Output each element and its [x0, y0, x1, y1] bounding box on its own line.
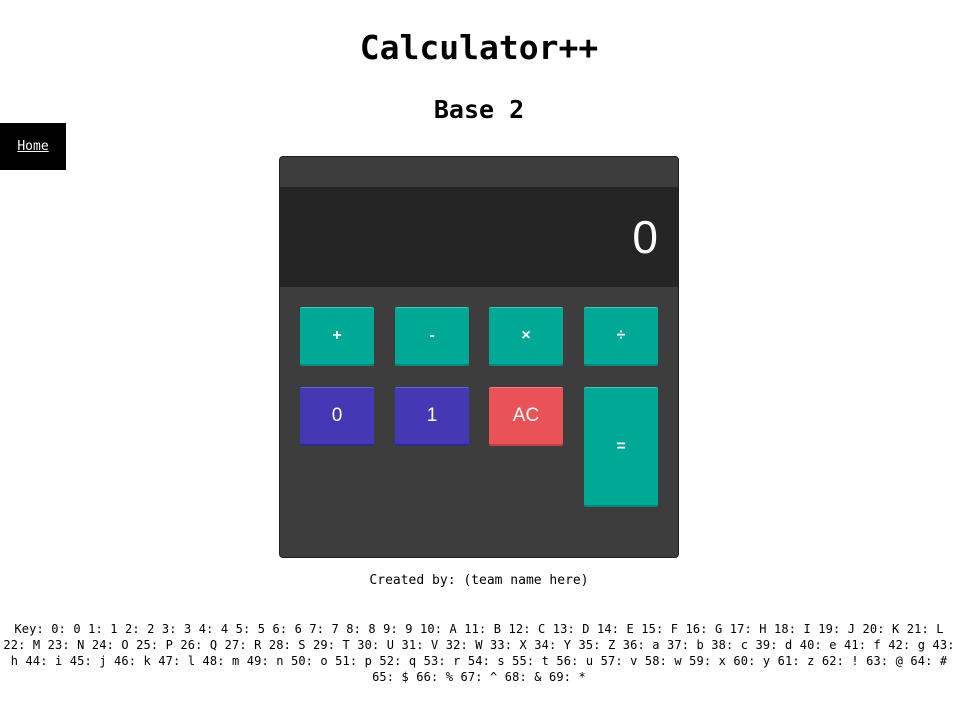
- footer-credit: Created by: (team name here): [369, 573, 589, 588]
- digit-1-button[interactable]: 1: [395, 387, 469, 446]
- display-value: 0: [632, 211, 658, 263]
- key-legend: Key: 0: 0 1: 1 2: 2 3: 3 4: 4 5: 5 6: 6 …: [3, 622, 955, 684]
- calculator-display: 0: [280, 187, 678, 287]
- multiply-button[interactable]: ×: [489, 307, 563, 366]
- digit-0-button[interactable]: 0: [300, 387, 374, 446]
- clear-button[interactable]: AC: [489, 387, 563, 446]
- home-link[interactable]: Home: [17, 139, 48, 154]
- base-title: Base 2: [433, 95, 525, 124]
- add-button[interactable]: +: [300, 307, 374, 366]
- page-title: Calculator++: [359, 28, 599, 67]
- equals-button[interactable]: =: [584, 387, 658, 507]
- divide-button[interactable]: ÷: [584, 307, 658, 366]
- home-nav: Home: [0, 123, 66, 170]
- subtract-button[interactable]: -: [395, 307, 469, 366]
- calculator: 0 + - × ÷ 0 1 AC =: [279, 156, 679, 558]
